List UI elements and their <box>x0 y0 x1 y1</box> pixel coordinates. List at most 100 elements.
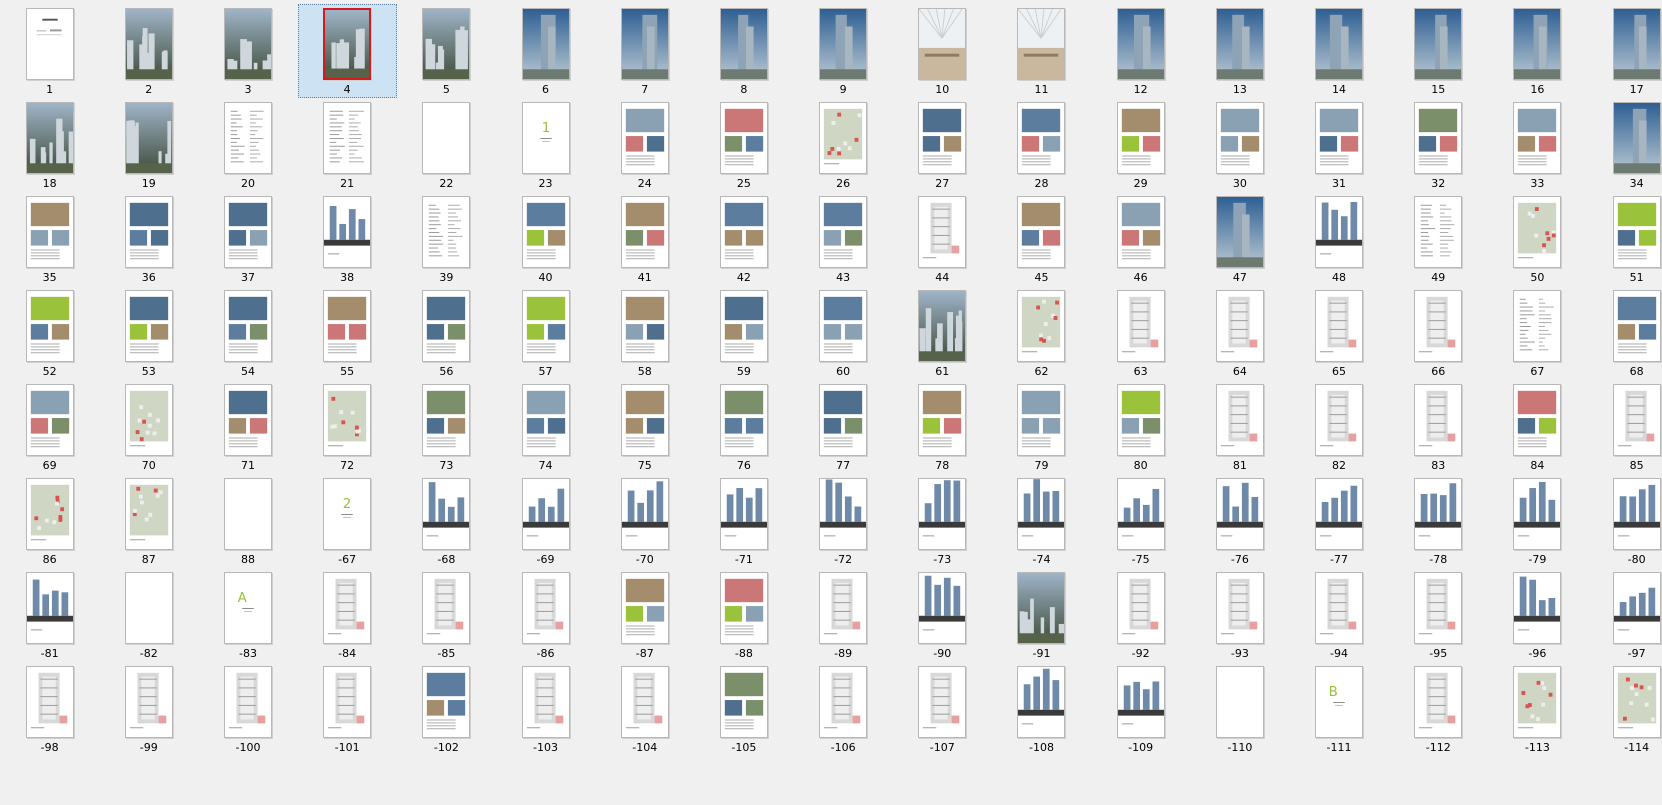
page-thumbnail-image[interactable] <box>819 196 868 268</box>
page-thumbnail-image[interactable] <box>1612 384 1661 456</box>
page-thumbnail-image[interactable] <box>819 478 868 550</box>
page-thumbnail[interactable]: -71 <box>694 474 793 568</box>
page-thumbnail[interactable]: -99 <box>99 662 198 756</box>
page-thumbnail-image[interactable] <box>819 666 868 738</box>
page-thumbnail-image[interactable] <box>1116 384 1165 456</box>
page-thumbnail-image[interactable] <box>918 290 967 362</box>
page-thumbnail-image[interactable] <box>25 196 74 268</box>
page-thumbnail-image[interactable] <box>1215 102 1264 174</box>
page-thumbnail[interactable]: -70 <box>595 474 694 568</box>
page-thumbnail[interactable]: 25 <box>694 98 793 192</box>
page-thumbnail-image[interactable] <box>719 666 768 738</box>
page-thumbnail-image[interactable] <box>1017 196 1066 268</box>
page-thumbnail[interactable]: 59 <box>694 286 793 380</box>
page-thumbnail[interactable]: -96 <box>1488 568 1587 662</box>
page-thumbnail-image[interactable] <box>422 572 471 644</box>
page-thumbnail[interactable]: 45 <box>992 192 1091 286</box>
page-thumbnail[interactable]: 4 <box>297 4 397 98</box>
page-thumbnail-image[interactable] <box>223 102 272 174</box>
page-thumbnail[interactable]: 83 <box>1389 380 1488 474</box>
page-thumbnail[interactable]: 65 <box>1289 286 1388 380</box>
page-thumbnail-image[interactable] <box>918 572 967 644</box>
page-thumbnail-image[interactable] <box>323 666 372 738</box>
page-thumbnail[interactable]: 34 <box>1587 98 1662 192</box>
page-thumbnail[interactable]: -113 <box>1488 662 1587 756</box>
page-thumbnail[interactable]: -75 <box>1091 474 1190 568</box>
page-thumbnail[interactable]: 33 <box>1488 98 1587 192</box>
page-thumbnail[interactable]: 71 <box>198 380 297 474</box>
page-thumbnail-image[interactable] <box>819 290 868 362</box>
page-thumbnail[interactable]: -89 <box>794 568 893 662</box>
page-thumbnail[interactable]: 88 <box>198 474 297 568</box>
page-thumbnail-image[interactable] <box>25 666 74 738</box>
page-thumbnail-image[interactable] <box>1513 8 1562 80</box>
page-thumbnail-image[interactable] <box>1116 8 1165 80</box>
page-thumbnail[interactable]: 21 <box>298 98 397 192</box>
page-thumbnail[interactable]: -114 <box>1587 662 1662 756</box>
page-thumbnail-image[interactable] <box>223 666 272 738</box>
page-thumbnail[interactable]: -105 <box>694 662 793 756</box>
page-thumbnail-image[interactable] <box>1513 102 1562 174</box>
page-thumbnail-image[interactable] <box>521 290 570 362</box>
page-thumbnail[interactable]: 27 <box>893 98 992 192</box>
page-thumbnail[interactable]: -112 <box>1389 662 1488 756</box>
page-thumbnail-image[interactable] <box>124 196 173 268</box>
page-thumbnail-image[interactable] <box>620 478 669 550</box>
page-thumbnail[interactable]: 60 <box>794 286 893 380</box>
page-thumbnail-image[interactable] <box>521 384 570 456</box>
page-thumbnail[interactable]: 10 <box>893 4 992 98</box>
page-thumbnail-image[interactable] <box>25 384 74 456</box>
page-thumbnail-image[interactable] <box>819 572 868 644</box>
page-thumbnail-image[interactable] <box>323 572 372 644</box>
page-thumbnail-image[interactable] <box>422 290 471 362</box>
page-thumbnail[interactable]: 75 <box>595 380 694 474</box>
page-thumbnail-image[interactable] <box>1315 8 1364 80</box>
page-thumbnail[interactable]: -93 <box>1190 568 1289 662</box>
page-thumbnail-image[interactable] <box>25 8 74 80</box>
page-thumbnail[interactable]: -79 <box>1488 474 1587 568</box>
page-thumbnail[interactable]: 12 <box>1091 4 1190 98</box>
page-thumbnail[interactable]: -85 <box>397 568 496 662</box>
page-thumbnail[interactable]: 46 <box>1091 192 1190 286</box>
page-thumbnail[interactable]: 87 <box>99 474 198 568</box>
page-thumbnail-image[interactable] <box>1414 384 1463 456</box>
page-thumbnail-image[interactable] <box>719 290 768 362</box>
page-thumbnail-image[interactable] <box>1116 102 1165 174</box>
page-thumbnail[interactable]: -88 <box>694 568 793 662</box>
page-thumbnail-image[interactable] <box>1315 384 1364 456</box>
page-thumbnail-image[interactable] <box>1612 102 1661 174</box>
page-thumbnail-image[interactable]: 1 <box>521 102 570 174</box>
page-thumbnail-image[interactable] <box>1612 8 1661 80</box>
page-thumbnail[interactable]: 82 <box>1289 380 1388 474</box>
page-thumbnail[interactable]: 62 <box>992 286 1091 380</box>
page-thumbnail-image[interactable] <box>1116 290 1165 362</box>
page-thumbnail-image[interactable] <box>1215 478 1264 550</box>
page-thumbnail[interactable]: -109 <box>1091 662 1190 756</box>
page-thumbnail-image[interactable] <box>223 196 272 268</box>
page-thumbnail[interactable]: 26 <box>794 98 893 192</box>
page-thumbnail[interactable]: -110 <box>1190 662 1289 756</box>
page-thumbnail[interactable]: 57 <box>496 286 595 380</box>
page-thumbnail-image[interactable] <box>918 102 967 174</box>
page-thumbnail-image[interactable] <box>620 290 669 362</box>
page-thumbnail[interactable]: 73 <box>397 380 496 474</box>
page-thumbnail-image[interactable] <box>819 8 868 80</box>
page-thumbnail-image[interactable] <box>1017 478 1066 550</box>
page-thumbnail-image[interactable] <box>1315 478 1364 550</box>
page-thumbnail-image[interactable] <box>1513 478 1562 550</box>
page-thumbnail[interactable]: 51 <box>1587 192 1662 286</box>
page-thumbnail-image[interactable] <box>819 384 868 456</box>
page-thumbnail-image[interactable] <box>1513 196 1562 268</box>
page-thumbnail[interactable]: 35 <box>0 192 99 286</box>
page-thumbnail-image[interactable] <box>1414 572 1463 644</box>
page-thumbnail[interactable]: 84 <box>1488 380 1587 474</box>
page-thumbnail[interactable]: 20 <box>198 98 297 192</box>
page-thumbnail[interactable]: 17 <box>1587 4 1662 98</box>
page-thumbnail[interactable]: 55 <box>298 286 397 380</box>
page-thumbnail-image[interactable] <box>521 666 570 738</box>
page-thumbnail-image[interactable] <box>1513 666 1562 738</box>
page-thumbnail-image[interactable] <box>1116 196 1165 268</box>
page-thumbnail[interactable]: 1 23 <box>496 98 595 192</box>
page-thumbnail[interactable]: -91 <box>992 568 1091 662</box>
page-thumbnail[interactable]: 8 <box>694 4 793 98</box>
